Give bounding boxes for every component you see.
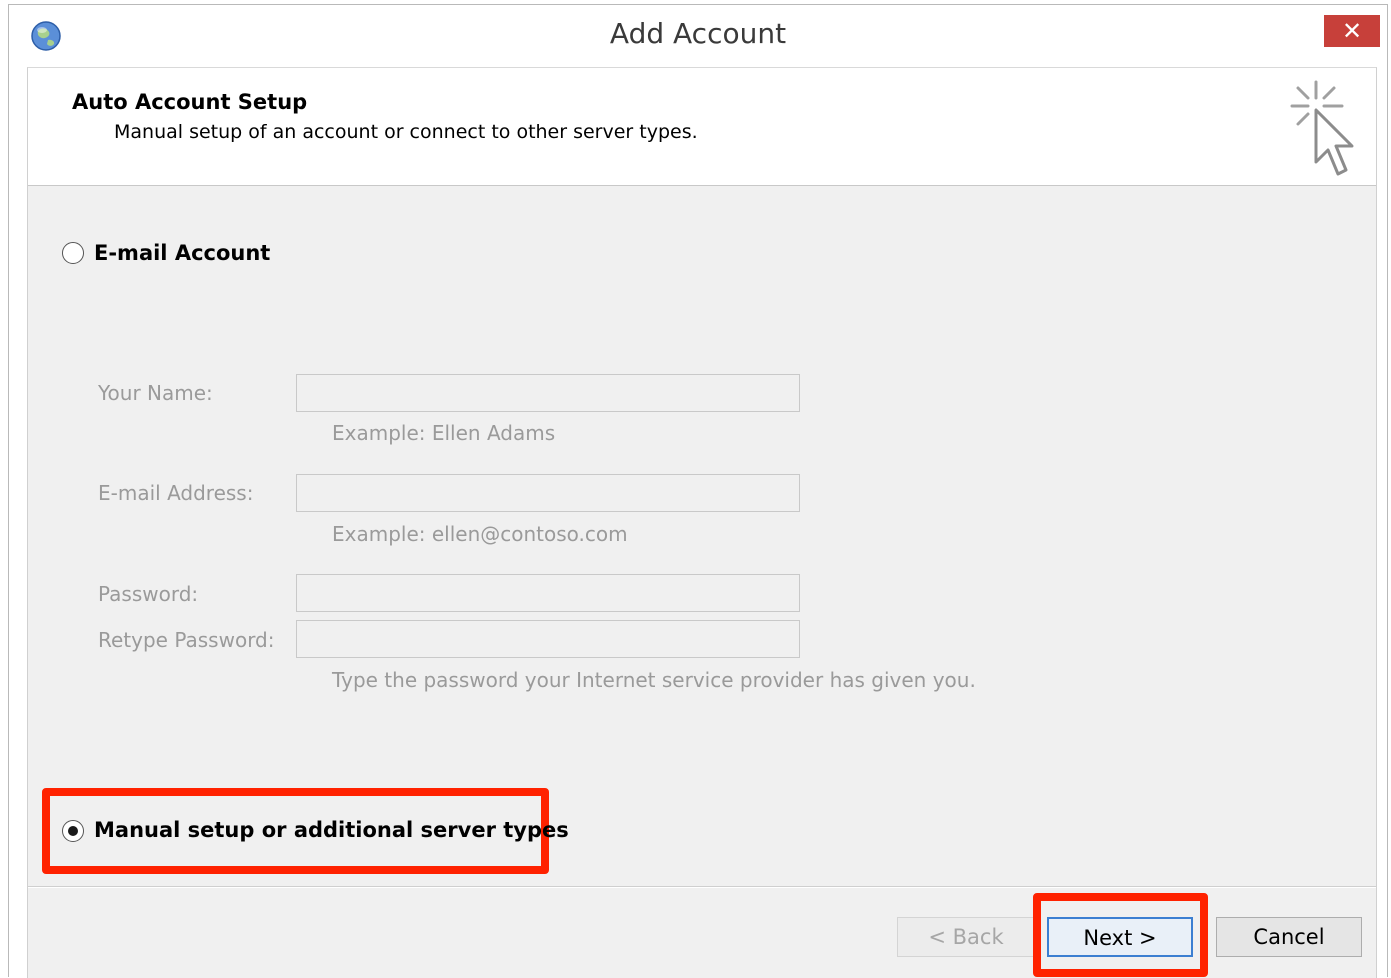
your-name-input: [296, 374, 800, 412]
close-icon: ✕: [1341, 17, 1363, 45]
email-address-hint: Example: ellen@contoso.com: [332, 522, 628, 546]
close-button[interactable]: ✕: [1324, 15, 1380, 47]
your-name-hint: Example: Ellen Adams: [332, 421, 556, 445]
manual-setup-radio[interactable]: [62, 820, 84, 842]
manual-setup-label[interactable]: Manual setup or additional server types: [94, 818, 569, 842]
retype-password-input: [296, 620, 800, 658]
next-button[interactable]: Next >: [1047, 917, 1193, 957]
header-subtitle: Manual setup of an account or connect to…: [114, 121, 698, 143]
email-address-label: E-mail Address:: [98, 481, 254, 505]
password-hint: Type the password your Internet service …: [332, 668, 976, 692]
back-button[interactable]: < Back: [897, 917, 1035, 957]
header-title: Auto Account Setup: [72, 90, 308, 114]
password-label: Password:: [98, 582, 199, 606]
footer-divider-highlight: [28, 887, 1376, 888]
email-address-input: [296, 474, 800, 512]
your-name-label: Your Name:: [98, 381, 213, 405]
email-account-radio[interactable]: [62, 242, 84, 264]
email-account-label[interactable]: E-mail Account: [94, 241, 270, 265]
retype-password-label: Retype Password:: [98, 628, 275, 652]
add-account-window: Add Account ✕ Auto Account Setup Manual …: [8, 4, 1388, 978]
title-bar: Add Account ✕: [9, 5, 1387, 67]
password-input: [296, 574, 800, 612]
wizard-header: Auto Account Setup Manual setup of an ac…: [28, 68, 1376, 186]
sparkle-cursor-icon: [1290, 80, 1354, 176]
dialog-body: Auto Account Setup Manual setup of an ac…: [27, 67, 1377, 978]
window-title: Add Account: [609, 17, 787, 50]
cancel-button[interactable]: Cancel: [1216, 917, 1362, 957]
